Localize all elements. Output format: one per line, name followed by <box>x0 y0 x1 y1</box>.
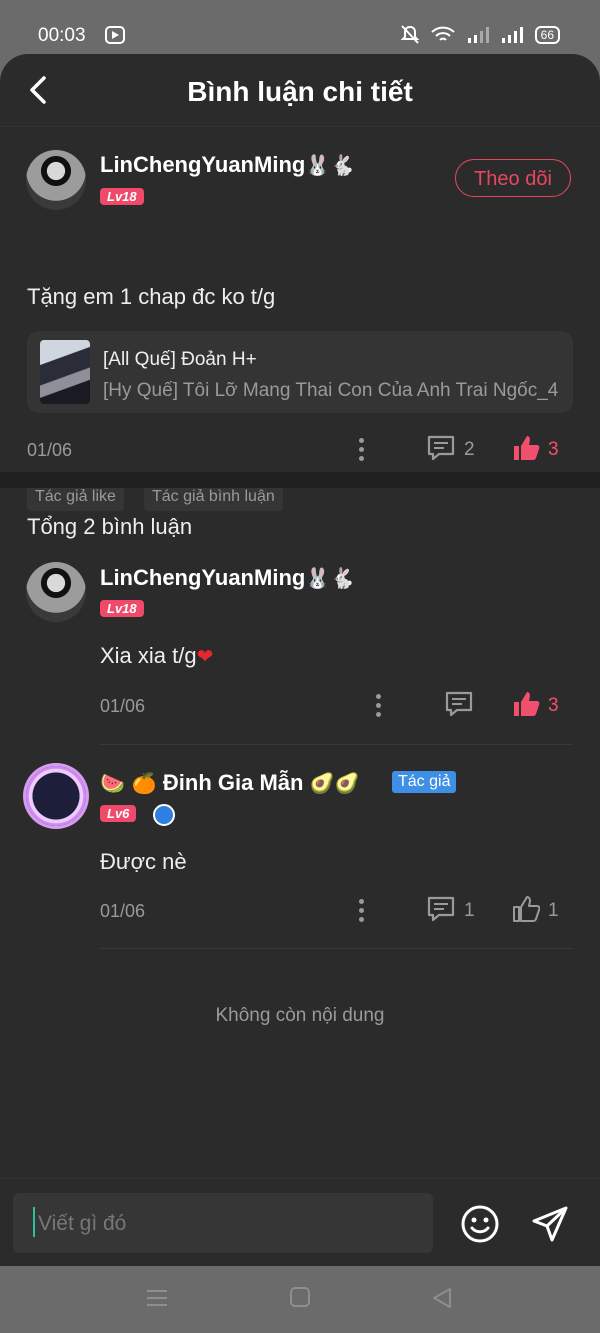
username[interactable]: LinChengYuanMing🐰🐇 <box>100 565 355 591</box>
heart-emoji: ❤ <box>196 644 214 668</box>
status-icons: 66 <box>400 25 560 45</box>
header: Bình luận chi tiết <box>0 54 600 127</box>
status-bar: 00:03 66 <box>0 0 600 56</box>
like-outline-icon[interactable] <box>512 895 540 923</box>
avatar[interactable] <box>26 766 86 826</box>
reply-count: 2 <box>464 439 475 460</box>
more-options-icon[interactable] <box>359 438 365 462</box>
end-of-content: Không còn nội dung <box>215 1005 385 1026</box>
level-badge: Lv6 <box>100 805 137 822</box>
section-divider <box>0 472 600 488</box>
like-count: 3 <box>548 695 559 716</box>
comment-input-bar <box>0 1178 600 1266</box>
comment-detail-sheet: Bình luận chi tiết LinChengYuanMing🐰🐇 Lv… <box>0 54 600 1266</box>
reply-text: Được nè <box>100 849 187 874</box>
reply-date: 01/06 <box>100 901 146 921</box>
username[interactable]: LinChengYuanMing🐰🐇 <box>100 152 355 178</box>
battery-icon: 66 <box>534 26 560 44</box>
text-caret <box>33 1207 35 1237</box>
total-comments: Tổng 2 bình luận <box>27 514 193 539</box>
story-title: [All Quế] Đoản H+ <box>103 349 257 370</box>
reply-text-content: Xia xia t/g <box>100 643 197 668</box>
like-icon[interactable] <box>512 434 540 462</box>
username[interactable]: 🍉 🍊 Đinh Gia Mẫn 🥑🥑 <box>100 770 359 796</box>
avatar[interactable] <box>26 562 86 622</box>
comment-input-container <box>13 1193 433 1255</box>
follow-button[interactable]: Theo dõi <box>455 159 571 197</box>
system-nav-bar <box>0 1266 600 1333</box>
name-emoji-prefix: 🍉 🍊 <box>100 771 157 795</box>
username-text: LinChengYuanMing <box>100 565 306 590</box>
signal-icon <box>467 27 489 43</box>
reply-text: Xia xia t/g❤ <box>100 643 213 669</box>
back-triangle-icon[interactable] <box>430 1286 454 1310</box>
story-card[interactable]: [All Quế] Đoản H+ [Hy Quế] Tôi Lỡ Mang T… <box>27 331 573 413</box>
status-time: 00:03 <box>38 25 86 46</box>
more-options-icon[interactable] <box>359 899 365 923</box>
author-badge: Tác giả <box>392 771 457 793</box>
wifi-icon <box>430 26 455 41</box>
reply-icon[interactable] <box>427 896 455 922</box>
signal-icon-2 <box>501 27 523 43</box>
more-options-icon[interactable] <box>376 694 382 718</box>
send-icon[interactable] <box>530 1204 570 1244</box>
like-count: 3 <box>548 439 559 460</box>
comment-date: 01/06 <box>27 440 73 460</box>
reply-count: 1 <box>464 900 475 921</box>
page-title: Bình luận chi tiết <box>187 76 413 107</box>
username-emoji: 🐰🐇 <box>305 566 356 590</box>
divider <box>100 948 573 949</box>
comment-input[interactable] <box>36 1193 430 1255</box>
like-count: 1 <box>548 900 559 921</box>
avatar[interactable] <box>26 150 86 210</box>
reply-icon[interactable] <box>445 691 473 717</box>
mute-bell-icon <box>400 25 419 44</box>
username-text: Đinh Gia Mẫn <box>162 770 304 795</box>
name-emoji-suffix: 🥑🥑 <box>309 771 360 795</box>
story-subtitle: [Hy Quế] Tôi Lỡ Mang Thai Con Của Anh Tr… <box>103 380 559 401</box>
verified-badge-icon <box>153 804 175 826</box>
story-thumbnail <box>40 340 90 404</box>
emoji-icon[interactable] <box>460 1204 500 1244</box>
app-notification-icon <box>105 26 125 44</box>
main-comment: LinChengYuanMing🐰🐇 Lv18 Theo dõi Tặng em… <box>0 127 600 511</box>
username-text: LinChengYuanMing <box>100 152 306 177</box>
like-icon[interactable] <box>512 690 540 718</box>
divider <box>100 744 573 745</box>
level-badge: Lv18 <box>100 188 144 205</box>
reply-icon[interactable] <box>427 435 455 461</box>
menu-icon[interactable] <box>146 1288 168 1308</box>
home-square-icon[interactable] <box>289 1286 311 1308</box>
level-badge: Lv18 <box>100 600 144 617</box>
username-emoji: 🐰🐇 <box>305 153 356 177</box>
comment-text: Tặng em 1 chap đc ko t/g <box>27 284 276 309</box>
reply-date: 01/06 <box>100 696 146 716</box>
